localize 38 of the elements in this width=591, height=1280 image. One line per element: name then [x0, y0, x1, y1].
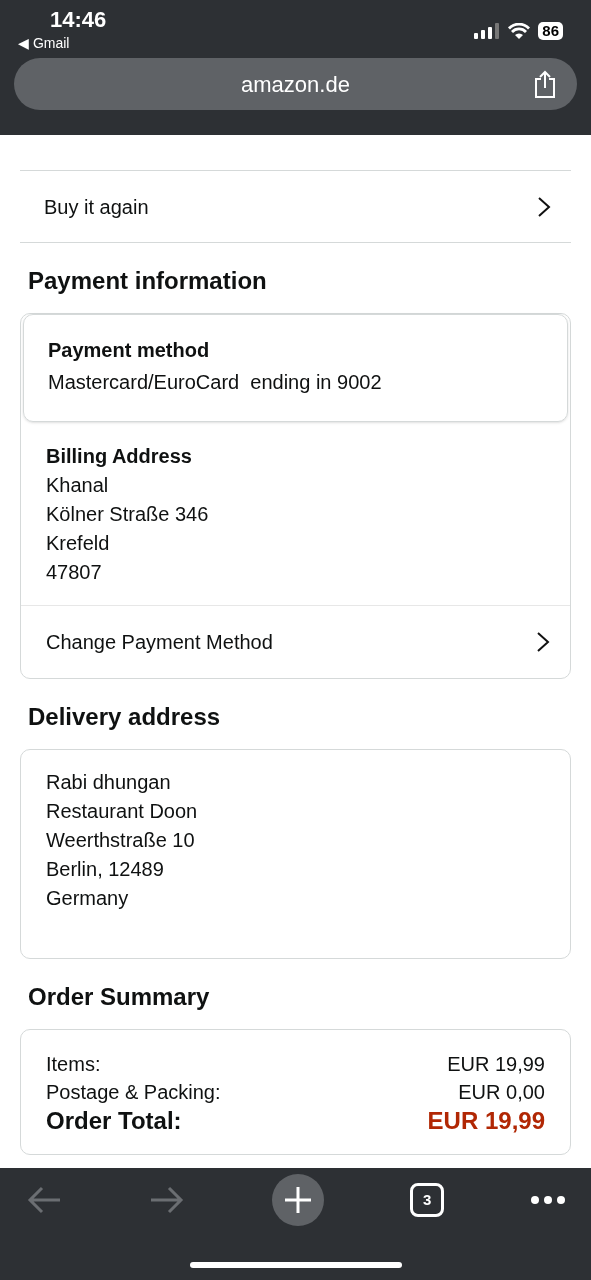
more-icon[interactable] — [531, 1196, 565, 1204]
chevron-right-icon — [537, 195, 551, 218]
status-time: 14:46 — [49, 6, 107, 34]
billing-line: 47807 — [46, 560, 103, 585]
billing-line: Kölner Straße 346 — [46, 502, 210, 527]
section-heading: Order Summary — [28, 982, 211, 1012]
payment-method-value: Mastercard/EuroCard ending in 9002 — [48, 370, 383, 395]
summary-label: Items: — [46, 1052, 101, 1077]
tab-count-button[interactable]: 3 — [410, 1183, 445, 1217]
summary-label: Postage & Packing: — [46, 1080, 221, 1105]
billing-line: Krefeld — [46, 531, 111, 556]
new-tab-icon[interactable] — [271, 1174, 324, 1226]
change-payment-row[interactable]: Change Payment Method — [21, 606, 570, 678]
menu-row-label: Buy it again — [44, 194, 149, 220]
section-heading: Payment information — [28, 266, 268, 296]
share-icon[interactable] — [533, 70, 557, 98]
url-text: amazon.de — [241, 70, 350, 99]
address-line: Berlin, 12489 — [46, 857, 165, 882]
billing-title: Billing Address — [46, 444, 193, 469]
summary-value: EUR 19,99 — [427, 1106, 545, 1136]
address-bar[interactable]: amazon.de — [14, 58, 577, 110]
section-heading: Delivery address — [28, 702, 222, 732]
wifi-icon — [508, 23, 531, 39]
signal-icon — [474, 23, 501, 39]
summary-label: Order Total: — [46, 1106, 182, 1136]
menu-row[interactable]: Buy it again — [20, 171, 571, 243]
battery-indicator: 86 — [538, 22, 563, 40]
billing-line: Khanal — [46, 473, 110, 498]
change-payment-label: Change Payment Method — [46, 630, 273, 655]
address-line: Germany — [46, 886, 130, 911]
address-line: Weerthstraße 10 — [46, 828, 196, 853]
summary-value: EUR 19,99 — [447, 1052, 545, 1077]
chevron-right-icon — [536, 631, 550, 653]
back-to-app-link[interactable]: ◀ Gmail — [18, 34, 107, 52]
summary-value: EUR 0,00 — [458, 1080, 545, 1105]
address-line: Rabi dhungan — [46, 770, 172, 795]
payment-method-title: Payment method — [48, 338, 211, 363]
address-line: Restaurant Doon — [46, 799, 199, 824]
